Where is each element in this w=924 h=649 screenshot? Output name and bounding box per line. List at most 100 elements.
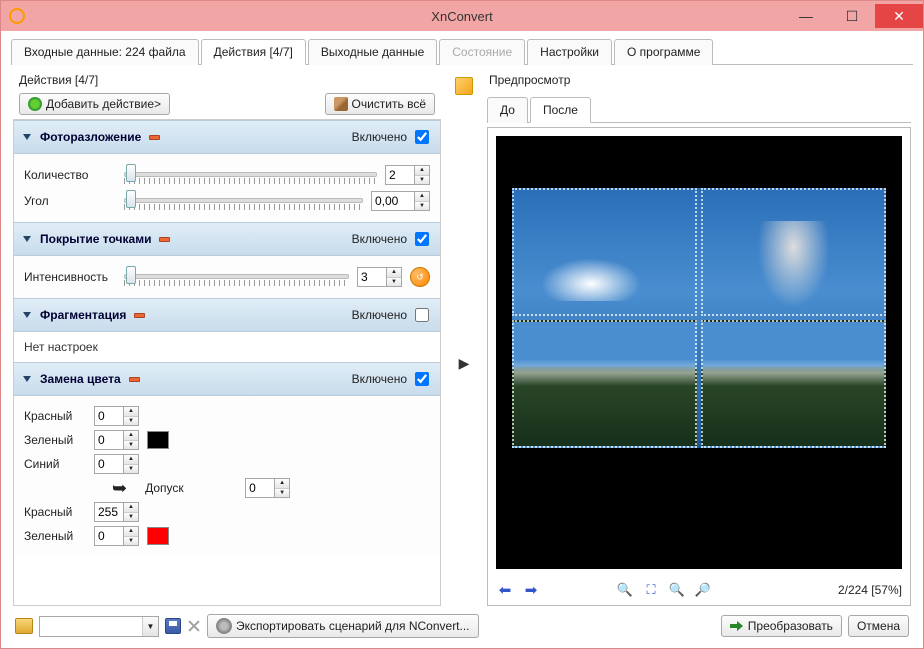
next-image-icon[interactable]: ➡ <box>522 581 540 599</box>
app-icon <box>9 8 25 24</box>
swap-icon[interactable] <box>455 77 473 95</box>
row-label: Красный <box>24 505 86 519</box>
chevron-down-icon <box>22 234 32 244</box>
enabled-label: Включено <box>352 308 407 322</box>
preview-label: Предпросмотр <box>489 73 911 87</box>
main-tabs: Входные данные: 224 файлаДействия [4/7]В… <box>11 35 913 65</box>
value-input[interactable] <box>94 526 124 546</box>
row-label: Интенсивность <box>24 270 116 284</box>
value-input[interactable] <box>94 502 124 522</box>
tab-0[interactable]: Входные данные: 224 файла <box>11 39 199 65</box>
spinner[interactable]: ▲▼ <box>124 406 139 426</box>
preview-status: 2/224 [57%] <box>838 583 902 597</box>
clear-icon[interactable] <box>187 619 201 633</box>
tab-1[interactable]: Действия [4/7] <box>201 39 306 65</box>
enabled-label: Включено <box>352 130 407 144</box>
zoom-reset-icon[interactable]: 🔍 <box>668 581 686 599</box>
group-title: Фоторазложение <box>40 130 141 144</box>
output-path-combo[interactable]: ▼ <box>39 616 159 637</box>
group-header[interactable]: Фрагментация Включено <box>14 298 440 332</box>
value-input[interactable] <box>371 191 415 211</box>
preview-tab-0[interactable]: До <box>487 97 528 123</box>
preview-tab-1[interactable]: После <box>530 97 591 123</box>
actions-scroll[interactable]: Фоторазложение Включено Количество ▲▼ Уг… <box>14 120 440 605</box>
gear-icon <box>216 618 232 634</box>
spinner[interactable]: ▲▼ <box>124 526 139 546</box>
enabled-checkbox[interactable] <box>415 130 429 144</box>
group-title: Покрытие точками <box>40 232 151 246</box>
enabled-checkbox[interactable] <box>415 308 429 322</box>
row-label: Угол <box>24 194 116 208</box>
actions-header: Действия [4/7] <box>19 73 441 87</box>
group-title: Фрагментация <box>40 308 126 322</box>
color-swatch[interactable] <box>147 527 169 545</box>
arrow-right-icon <box>730 619 744 633</box>
spinner[interactable]: ▲▼ <box>415 165 430 185</box>
value-input[interactable] <box>94 406 124 426</box>
tolerance-label: Допуск <box>145 481 237 495</box>
value-input[interactable] <box>94 430 124 450</box>
group-title: Замена цвета <box>40 372 121 386</box>
tab-3: Состояние <box>439 39 525 65</box>
arrow-down-icon: ➥ <box>112 483 127 493</box>
value-input[interactable] <box>245 478 275 498</box>
slider[interactable] <box>124 164 377 186</box>
row-label: Синий <box>24 457 86 471</box>
expand-arrow-icon[interactable]: ▶ <box>459 355 470 372</box>
color-swatch[interactable] <box>147 431 169 449</box>
value-input[interactable] <box>385 165 415 185</box>
row-label: Количество <box>24 168 116 182</box>
chevron-down-icon <box>22 374 32 384</box>
chevron-down-icon <box>22 310 32 320</box>
tab-2[interactable]: Выходные данные <box>308 39 437 65</box>
slider[interactable] <box>124 190 363 212</box>
prev-image-icon[interactable]: ⬅ <box>496 581 514 599</box>
spinner[interactable]: ▲▼ <box>124 454 139 474</box>
remove-icon[interactable] <box>159 237 170 242</box>
slider[interactable] <box>124 266 349 288</box>
close-button[interactable]: ✕ <box>875 4 923 28</box>
remove-icon[interactable] <box>149 135 160 140</box>
maximize-button[interactable]: ☐ <box>829 4 875 28</box>
preview-tabs: ДоПосле <box>487 93 911 123</box>
spinner[interactable]: ▲▼ <box>275 478 290 498</box>
chevron-down-icon[interactable]: ▼ <box>142 617 158 636</box>
spinner[interactable]: ▲▼ <box>124 430 139 450</box>
minimize-button[interactable]: — <box>783 4 829 28</box>
row-label: Зеленый <box>24 433 86 447</box>
enabled-checkbox[interactable] <box>415 232 429 246</box>
group-header[interactable]: Фоторазложение Включено <box>14 120 440 154</box>
clear-all-button[interactable]: Очистить всё <box>325 93 435 115</box>
remove-icon[interactable] <box>134 313 145 318</box>
group-header[interactable]: Замена цвета Включено <box>14 362 440 396</box>
plus-icon <box>28 97 42 111</box>
spinner[interactable]: ▲▼ <box>124 502 139 522</box>
preview-image <box>496 136 902 569</box>
reset-icon[interactable]: ↺ <box>410 267 430 287</box>
chevron-down-icon <box>22 132 32 142</box>
remove-icon[interactable] <box>129 377 140 382</box>
enabled-checkbox[interactable] <box>415 372 429 386</box>
zoom-out-icon[interactable]: 🔎 <box>694 581 712 599</box>
spinner[interactable]: ▲▼ <box>387 267 402 287</box>
add-action-button[interactable]: Добавить действие> <box>19 93 170 115</box>
window-title: XnConvert <box>431 9 492 24</box>
convert-button[interactable]: Преобразовать <box>721 615 842 637</box>
group-header[interactable]: Покрытие точками Включено <box>14 222 440 256</box>
value-input[interactable] <box>94 454 124 474</box>
save-icon[interactable] <box>165 618 181 634</box>
value-input[interactable] <box>357 267 387 287</box>
zoom-fit-icon[interactable]: ⛶ <box>642 581 660 599</box>
export-nconvert-button[interactable]: Экспортировать сценарий для NConvert... <box>207 614 479 638</box>
brush-icon <box>334 97 348 111</box>
row-label: Зеленый <box>24 529 86 543</box>
no-options-text: Нет настроек <box>14 332 440 362</box>
tab-4[interactable]: Настройки <box>527 39 612 65</box>
tab-5[interactable]: О программе <box>614 39 713 65</box>
cancel-button[interactable]: Отмена <box>848 615 909 637</box>
zoom-in-icon[interactable]: 🔍 <box>616 581 634 599</box>
row-label: Красный <box>24 409 86 423</box>
folder-icon[interactable] <box>15 618 33 634</box>
spinner[interactable]: ▲▼ <box>415 191 430 211</box>
enabled-label: Включено <box>352 372 407 386</box>
